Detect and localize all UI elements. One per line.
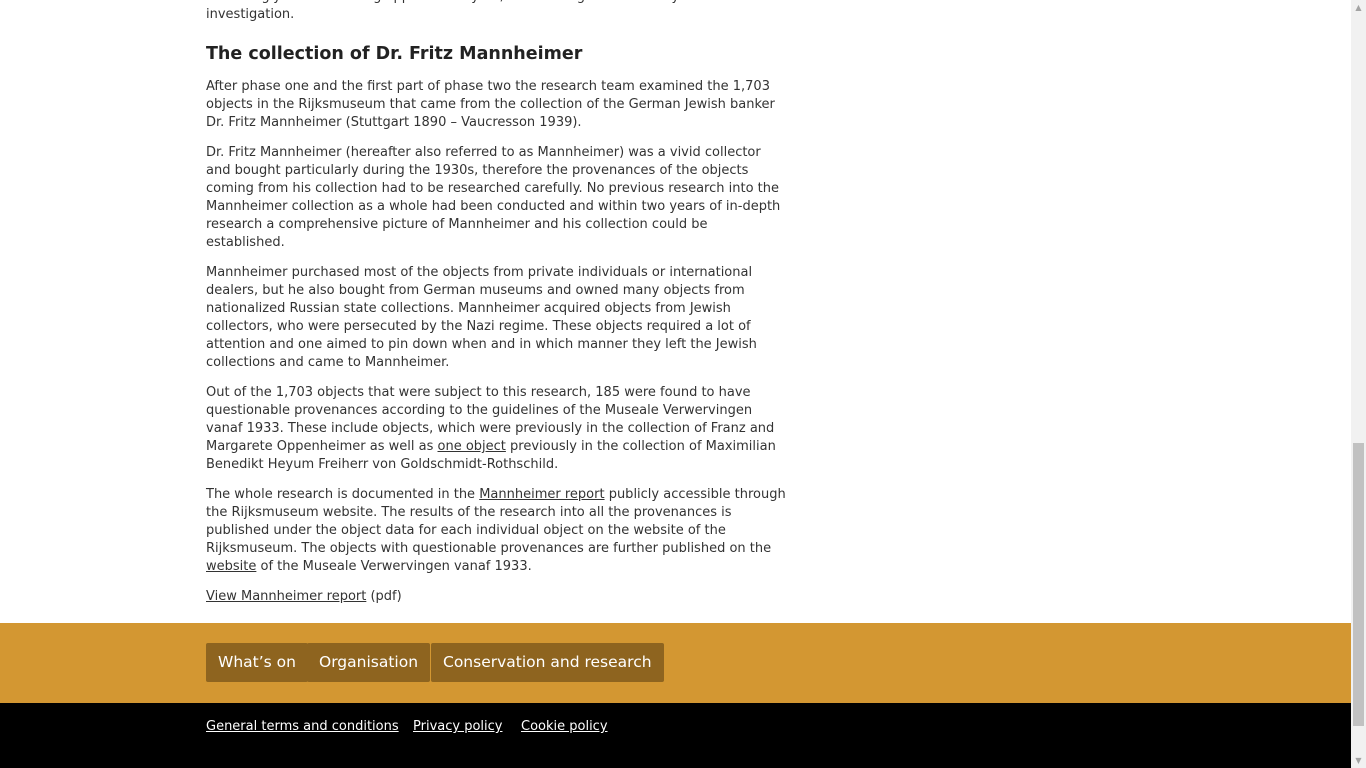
arrow-up-icon[interactable]: ▲: [1351, 0, 1366, 15]
report-format: (pdf): [366, 589, 402, 604]
website-link[interactable]: website: [206, 559, 256, 574]
cookie-link[interactable]: Cookie policy: [521, 718, 608, 736]
article-content: accordingly. The remaining approximately…: [206, 0, 786, 618]
arrow-down-icon[interactable]: ▼: [1351, 753, 1366, 768]
footer-legal: General terms and conditions Privacy pol…: [0, 703, 1351, 768]
intro-paragraph-tail: accordingly. The remaining approximately…: [206, 0, 721, 22]
paragraph-5-text-a: The whole research is documented in the: [206, 487, 480, 502]
nav-button-conservation-research[interactable]: Conservation and research: [431, 643, 664, 682]
view-report-link[interactable]: View Mannheimer report: [206, 589, 366, 604]
terms-link[interactable]: General terms and conditions: [206, 718, 399, 736]
footer-nav: What’s on Organisation Conservation and …: [0, 623, 1351, 703]
scroll-thumb[interactable]: [1353, 443, 1364, 726]
paragraph-1: After phase one and the first part of ph…: [206, 79, 775, 130]
section-heading: The collection of Dr. Fritz Mannheimer: [206, 44, 583, 64]
report-paragraph: View Mannheimer report (pdf): [206, 588, 786, 606]
one-object-link[interactable]: one object: [438, 439, 506, 454]
mannheimer-report-link[interactable]: Mannheimer report: [479, 487, 604, 502]
paragraph-5: The whole research is documented in the …: [206, 486, 786, 576]
privacy-link[interactable]: Privacy policy: [413, 718, 502, 736]
paragraph-2: Dr. Fritz Mannheimer (hereafter also ref…: [206, 145, 781, 250]
nav-button-organisation[interactable]: Organisation: [307, 643, 431, 682]
page: accordingly. The remaining approximately…: [0, 0, 1351, 768]
paragraph-4: Out of the 1,703 objects that were subje…: [206, 384, 786, 474]
paragraph-3: Mannheimer purchased most of the objects…: [206, 265, 757, 370]
paragraph-5-text-c: of the Museale Verwervingen vanaf 1933.: [256, 559, 532, 574]
scrollbar[interactable]: ▲ ▼: [1351, 0, 1366, 768]
nav-button-whats-on[interactable]: What’s on: [206, 643, 308, 682]
